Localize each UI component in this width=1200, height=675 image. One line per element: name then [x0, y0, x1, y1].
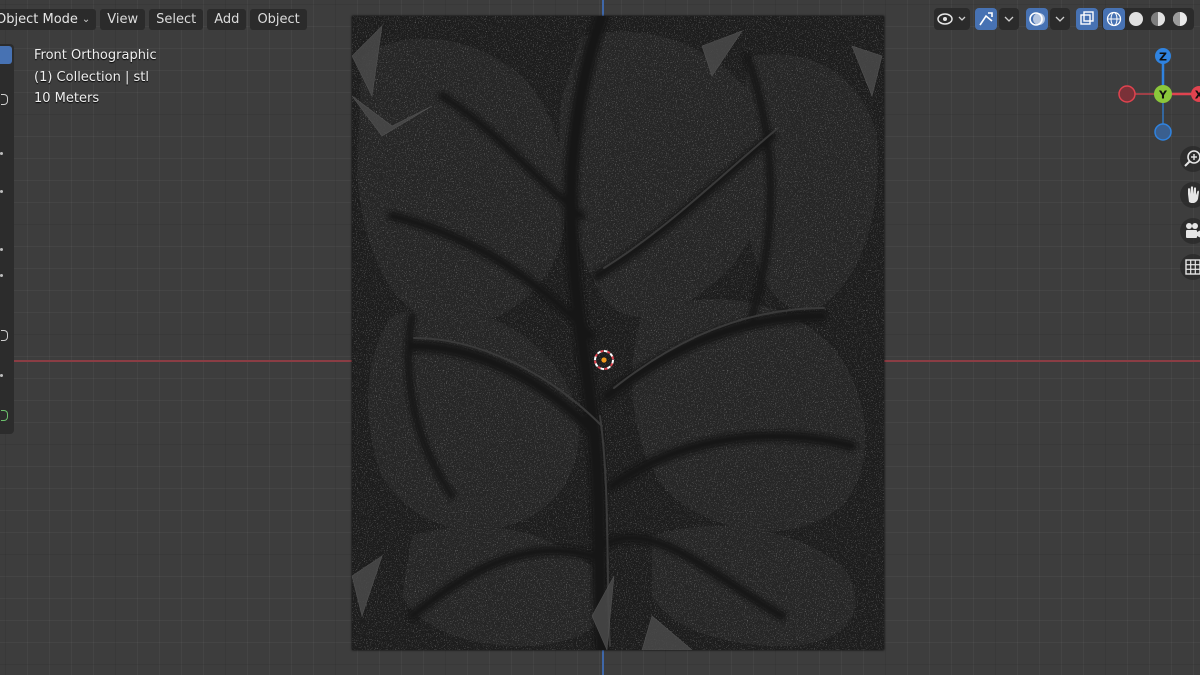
add-cube-icon[interactable]	[0, 406, 12, 424]
chevron-down-icon: ⌄	[81, 13, 91, 25]
3d-viewport[interactable]: Object Mode ⌄ View Select Add Object Fro…	[0, 0, 1200, 675]
wireframe-shading-icon[interactable]	[1103, 8, 1125, 30]
cursor-icon[interactable]	[0, 90, 12, 108]
grid-icon[interactable]	[1180, 254, 1200, 280]
navigation-gizmo[interactable]: Z Y X	[1110, 44, 1200, 144]
gizmo-x-label: X	[1195, 89, 1200, 102]
menu-select[interactable]: Select	[149, 8, 204, 30]
scale-icon[interactable]	[0, 248, 3, 251]
view-name: Front Orthographic	[34, 48, 157, 63]
view-object-types-icon[interactable]	[934, 8, 970, 30]
gizmo-dropdown[interactable]	[999, 8, 1019, 30]
zoom-icon[interactable]	[1180, 146, 1200, 172]
move-icon[interactable]	[0, 152, 3, 155]
collection-label: (1) Collection | stl	[34, 69, 149, 85]
pan-hand-icon[interactable]	[1180, 182, 1200, 208]
tool-shelf	[0, 44, 14, 434]
select-box-icon[interactable]	[0, 46, 12, 64]
transform-icon[interactable]	[0, 274, 3, 277]
material-shading-icon[interactable]	[1147, 8, 1169, 30]
menu-add[interactable]: Add	[207, 8, 247, 30]
annotate-icon[interactable]	[0, 326, 12, 344]
3d-cursor-icon[interactable]	[593, 349, 615, 371]
rendered-shading-icon[interactable]	[1169, 8, 1191, 30]
scale-label: 10 Meters	[34, 91, 100, 106]
viewport-header: Object Mode ⌄ View Select Add Object	[0, 8, 307, 30]
gizmo-z-label: Z	[1159, 51, 1167, 64]
menu-object[interactable]: Object	[250, 8, 307, 30]
gizmo-icon[interactable]	[975, 8, 997, 30]
rotate-icon[interactable]	[0, 190, 3, 193]
mode-label: Object Mode	[0, 11, 78, 27]
gizmo-y-label: Y	[1158, 89, 1168, 102]
mode-dropdown[interactable]: Object Mode ⌄	[0, 8, 97, 30]
viewport-info: Front Orthographic (1) Collection | stl …	[34, 45, 157, 110]
menu-view[interactable]: View	[100, 8, 146, 30]
xray-icon[interactable]	[1076, 8, 1098, 30]
measure-icon[interactable]	[0, 374, 3, 377]
solid-shading-icon[interactable]	[1125, 8, 1147, 30]
camera-icon[interactable]	[1180, 218, 1200, 244]
overlays-icon[interactable]	[1026, 8, 1048, 30]
overlays-dropdown[interactable]	[1050, 8, 1070, 30]
stl-model[interactable]	[352, 16, 884, 650]
